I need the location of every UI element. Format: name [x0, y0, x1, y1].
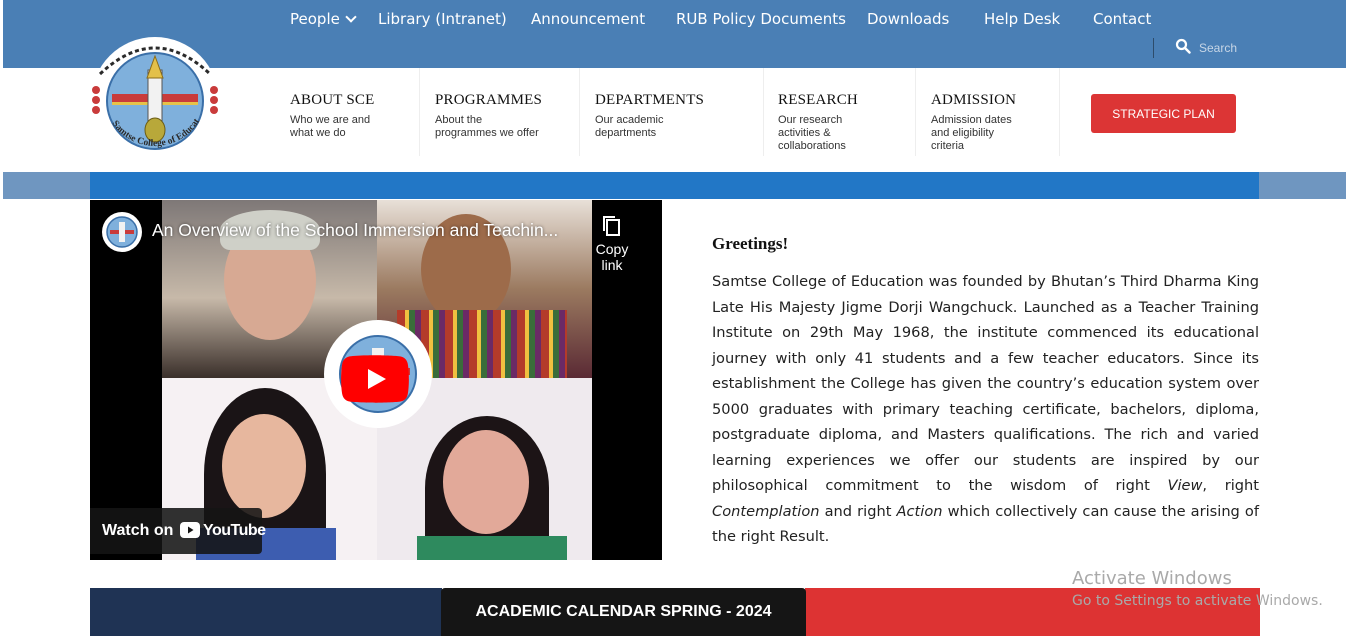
- video-title[interactable]: An Overview of the School Immersion and …: [152, 220, 558, 241]
- nav-departments-sub: Our academic departments: [595, 114, 664, 139]
- channel-avatar[interactable]: [102, 212, 142, 252]
- greeting-emphasis: Contemplation: [712, 502, 820, 520]
- nav-research[interactable]: RESEARCH Our research activities & colla…: [763, 68, 916, 156]
- search-icon[interactable]: [1175, 38, 1191, 54]
- calendar-band-left: [90, 588, 442, 636]
- youtube-logo-icon: [180, 522, 200, 538]
- copy-link-label: Copy link: [595, 241, 629, 273]
- greeting-text: Samtse College of Education was founded …: [712, 273, 1259, 494]
- watch-on-label: Watch on: [102, 522, 174, 539]
- youtube-video-embed[interactable]: An Overview of the School Immersion and …: [90, 200, 662, 560]
- nav-programmes[interactable]: PROGRAMMES About the programmes we offer: [419, 68, 580, 156]
- activate-windows-title: Activate Windows: [1072, 568, 1232, 589]
- nav-research-title: RESEARCH: [778, 92, 858, 108]
- nav-admission[interactable]: ADMISSION Admission dates and eligibilit…: [915, 68, 1060, 156]
- nav-about-title: ABOUT SCE: [290, 92, 375, 108]
- nav-departments-title: DEPARTMENTS: [595, 92, 705, 108]
- top-nav-rub-policy[interactable]: RUB Policy Documents: [676, 10, 846, 28]
- nav-admission-title: ADMISSION: [931, 92, 1017, 108]
- greeting-emphasis: View: [1167, 477, 1203, 494]
- academic-calendar-button[interactable]: ACADEMIC CALENDAR SPRING - 2024: [441, 588, 806, 636]
- greeting-text: and right: [819, 502, 897, 520]
- nav-programmes-sub: About the programmes we offer: [435, 114, 539, 139]
- top-nav-downloads[interactable]: Downloads: [867, 10, 949, 28]
- top-nav: People Library (Intranet) Announcement R…: [0, 10, 1350, 30]
- top-nav-people[interactable]: People: [290, 10, 357, 28]
- top-nav-library[interactable]: Library (Intranet): [378, 10, 507, 28]
- watch-on-youtube-button[interactable]: Watch on YouTube: [90, 508, 266, 554]
- channel-logo-icon: [106, 216, 138, 248]
- search-input[interactable]: [1197, 38, 1281, 58]
- top-nav-people-label: People: [290, 10, 340, 28]
- nav-departments[interactable]: DEPARTMENTS Our academic departments: [579, 68, 764, 156]
- nav-about[interactable]: ABOUT SCE Who we are and what we do: [274, 68, 420, 156]
- search-divider: [1153, 38, 1154, 58]
- greeting-heading: Greetings!: [712, 234, 789, 253]
- nav-about-sub: Who we are and what we do: [290, 114, 371, 139]
- chevron-down-icon: [345, 11, 357, 23]
- greeting-paragraph: Samtse College of Education was founded …: [712, 269, 1259, 550]
- play-button-icon[interactable]: [341, 355, 409, 403]
- top-nav-help-desk[interactable]: Help Desk: [984, 10, 1060, 28]
- activate-windows-subtitle: Go to Settings to activate Windows.: [1072, 593, 1323, 609]
- nav-programmes-title: PROGRAMMES: [435, 92, 543, 108]
- top-nav-announcement[interactable]: Announcement: [531, 10, 645, 28]
- greeting-emphasis: Action: [896, 502, 943, 520]
- nav-research-sub: Our research activities & collaborations: [778, 114, 846, 152]
- greeting-text: , right: [1202, 477, 1259, 494]
- thumbnail-garment: [417, 536, 567, 560]
- strategic-plan-button[interactable]: STRATEGIC PLAN: [1091, 94, 1236, 133]
- top-nav-contact[interactable]: Contact: [1093, 10, 1151, 28]
- thumbnail-face: [222, 414, 306, 518]
- copy-link-button[interactable]: Copy link: [584, 214, 640, 273]
- nav-admission-sub: Admission dates and eligibility criteria: [931, 114, 1012, 152]
- youtube-wordmark: YouTube: [203, 522, 266, 539]
- banner-band: [90, 172, 1259, 199]
- copy-icon: [603, 216, 620, 236]
- thumbnail-face: [443, 430, 529, 534]
